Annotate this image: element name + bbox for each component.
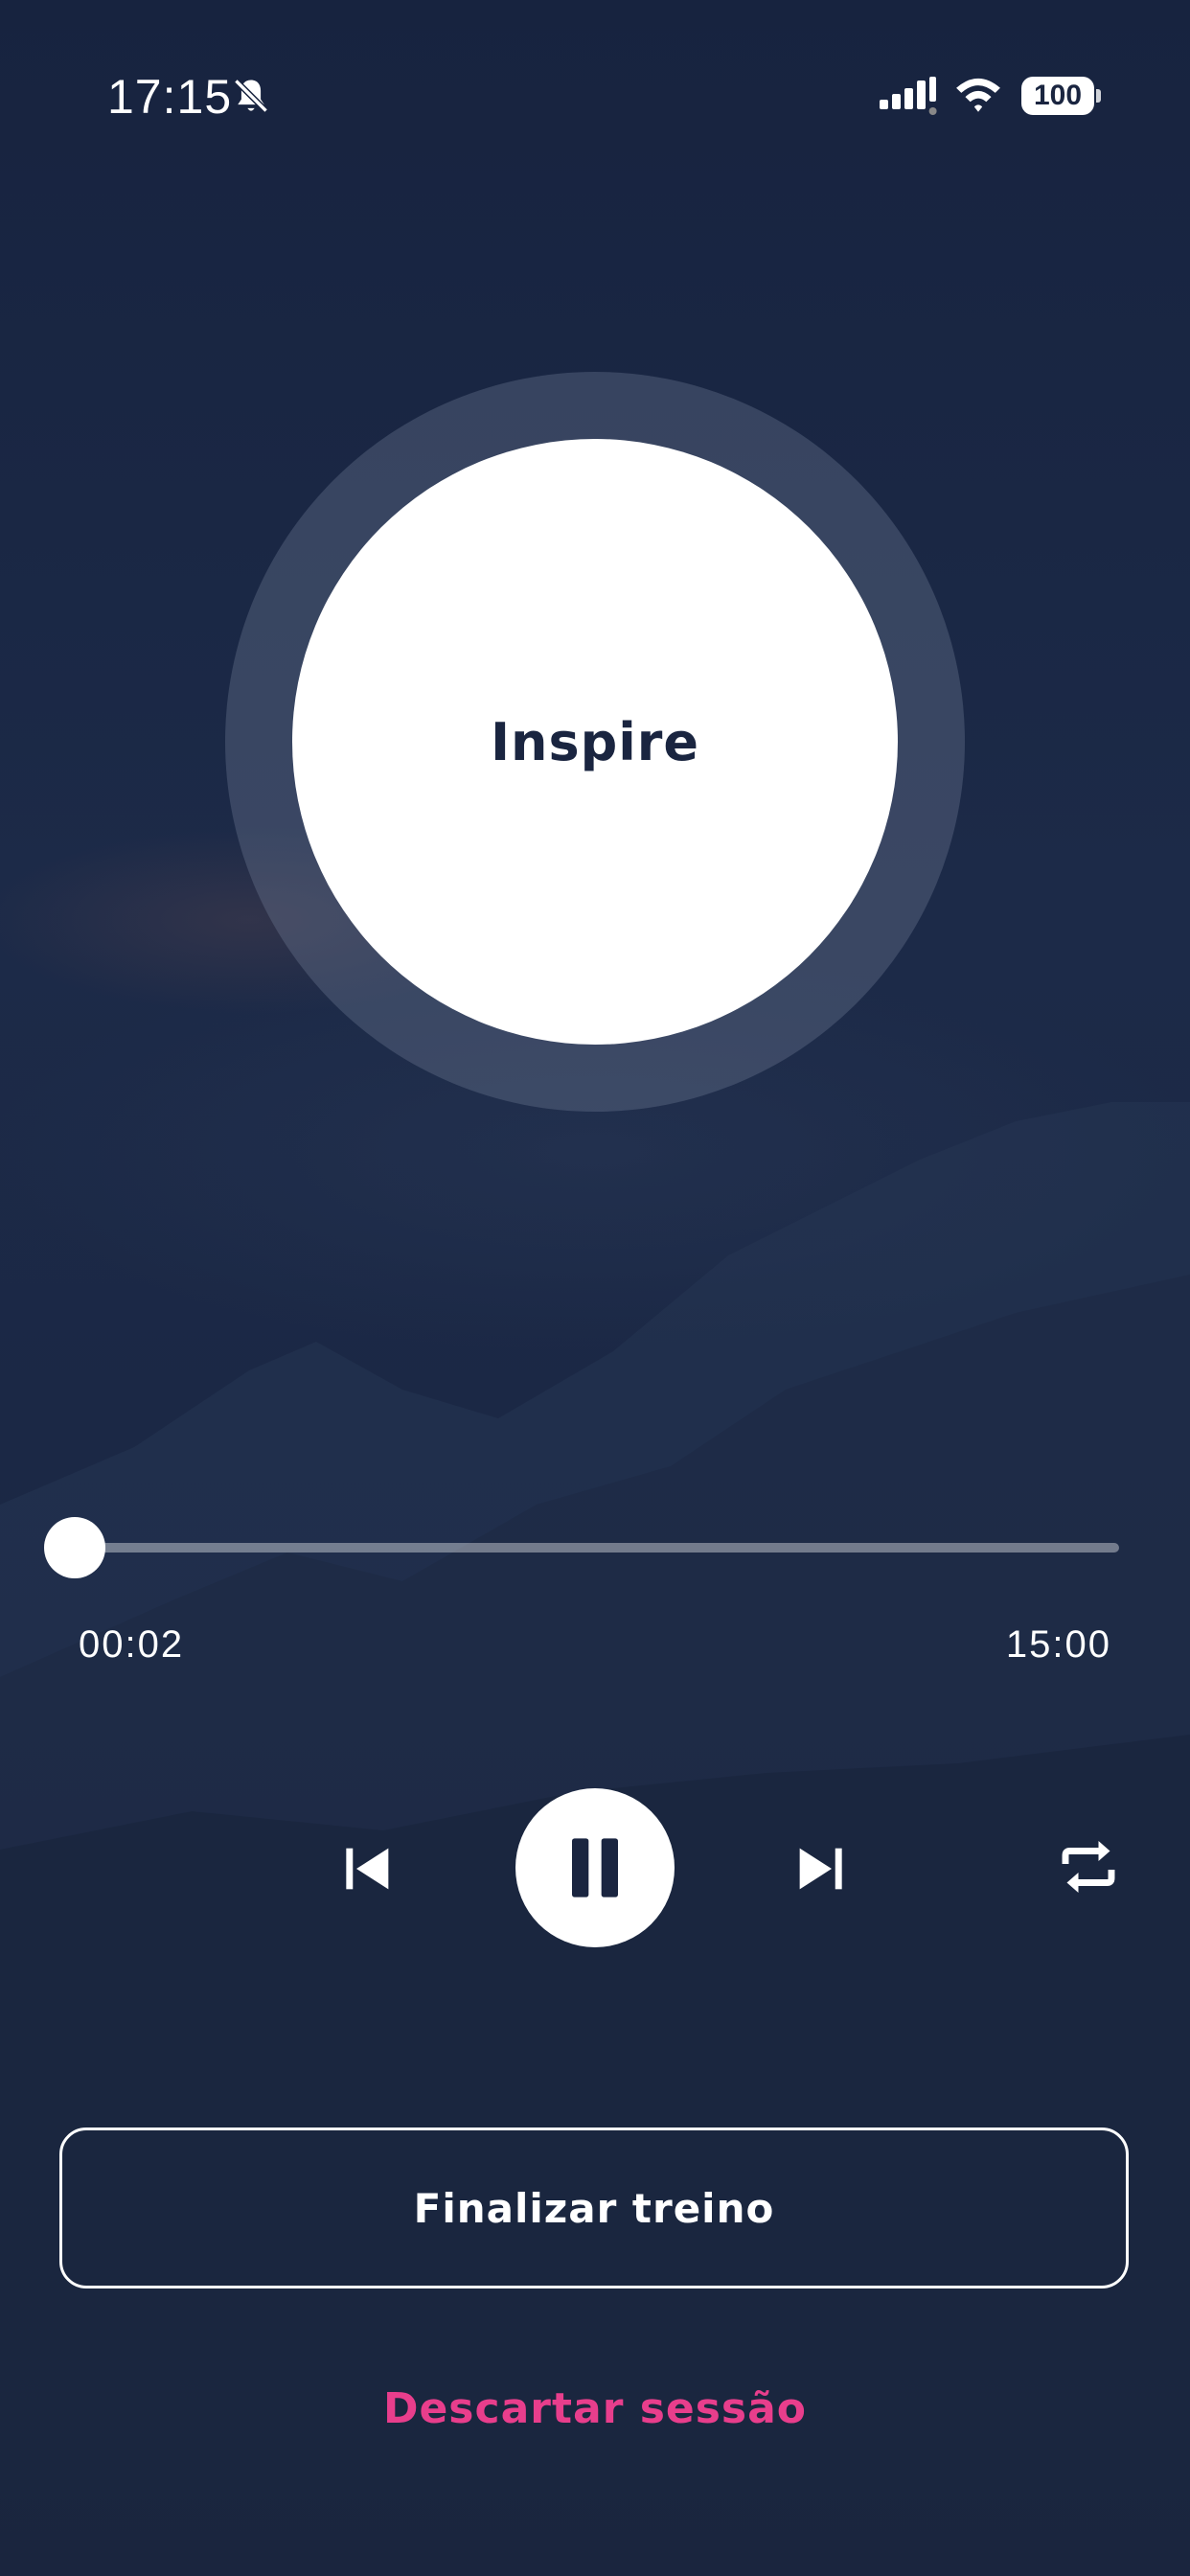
wifi-icon (956, 78, 1000, 112)
next-button[interactable] (782, 1830, 858, 1907)
battery-level: 100 (1021, 77, 1094, 115)
progress-thumb[interactable] (44, 1517, 106, 1578)
next-icon (799, 1848, 842, 1890)
repeat-icon (1062, 1841, 1115, 1893)
discard-session-link[interactable]: Descartar sessão (0, 2384, 1190, 2433)
breath-instruction: Inspire (490, 711, 700, 772)
bell-off-icon (234, 79, 268, 113)
finish-workout-button[interactable]: Finalizar treino (59, 2128, 1129, 2288)
pause-button[interactable] (515, 1788, 675, 1947)
progress-slider[interactable] (44, 1517, 1119, 1578)
pause-icon (572, 1838, 618, 1898)
finish-workout-label: Finalizar treino (413, 2184, 775, 2232)
previous-button[interactable] (330, 1830, 406, 1907)
battery-icon: 100 (1021, 77, 1101, 115)
elapsed-time: 00:02 (79, 1623, 185, 1666)
status-time: 17:15 (107, 70, 233, 124)
previous-icon (346, 1848, 389, 1890)
total-time: 15:00 (1005, 1623, 1111, 1666)
repeat-button[interactable] (1048, 1827, 1129, 1907)
signal-icon (880, 77, 937, 115)
status-bar: 17:15 100 (0, 0, 1190, 192)
breath-circle: Inspire (292, 439, 898, 1045)
